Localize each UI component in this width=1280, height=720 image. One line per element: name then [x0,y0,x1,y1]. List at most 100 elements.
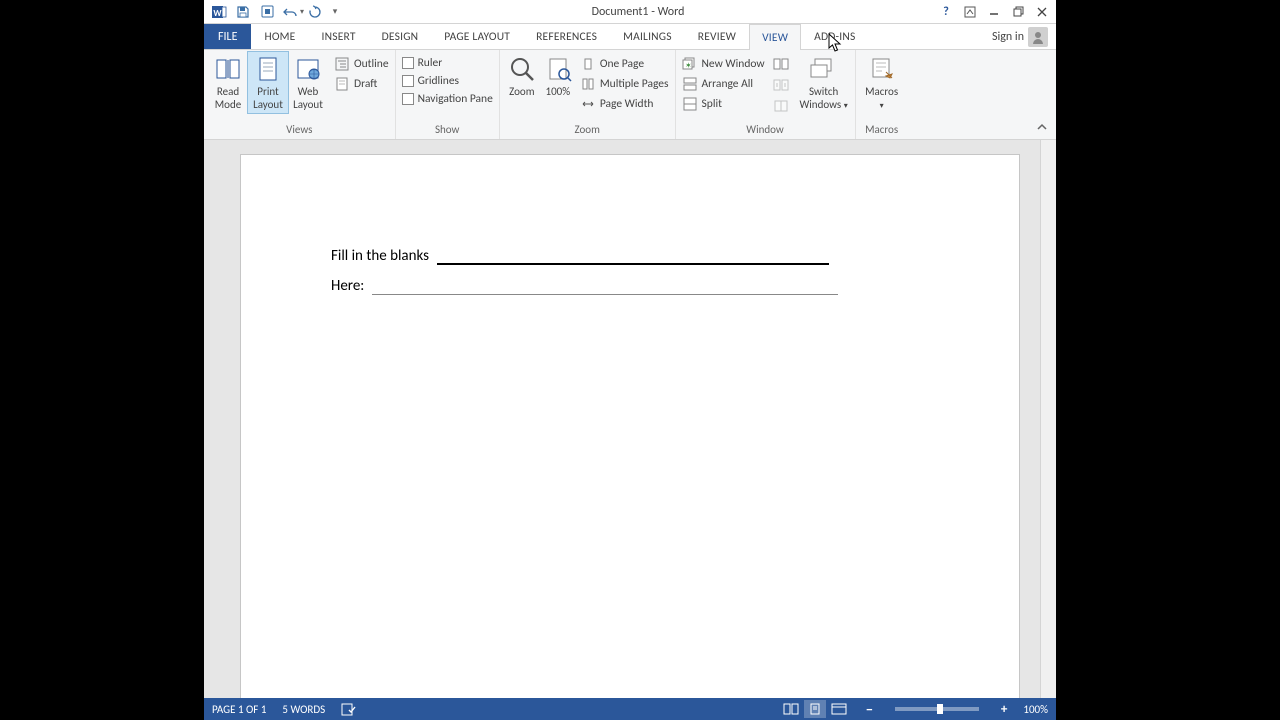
navigation-pane-checkbox[interactable]: Navigation Pane [400,90,495,108]
macros-icon [867,54,897,84]
split-button[interactable]: Split [680,94,767,114]
zoom-out-button[interactable]: − [866,701,873,718]
multiple-pages-button[interactable]: Multiple Pages [578,74,671,94]
arrange-all-icon [682,76,698,92]
tab-file[interactable]: FILE [204,24,251,49]
status-web-layout-icon[interactable] [828,700,850,718]
status-words[interactable]: 5 WORDS [282,703,325,716]
undo-icon[interactable] [280,1,302,23]
group-macros: Macros▾ Macros [856,50,908,139]
draft-label: Draft [354,77,377,91]
zoom-100-icon [543,54,573,84]
macros-label: Macros▾ [865,86,898,111]
ruler-label: Ruler [418,56,443,70]
status-print-layout-icon[interactable] [804,700,826,718]
sign-in-link[interactable]: Sign in [984,24,1056,49]
status-read-mode-icon[interactable] [780,700,802,718]
switch-windows-icon [809,54,839,84]
web-layout-label: Web Layout [290,86,326,111]
synchronous-scrolling-button[interactable] [771,75,791,95]
outline-button[interactable]: Outline [332,54,391,74]
new-window-label: New Window [702,57,765,71]
tab-page-layout[interactable]: PAGE LAYOUT [431,24,523,49]
one-page-button[interactable]: One Page [578,54,671,74]
group-show: Ruler Gridlines Navigation Pane Show [396,50,500,139]
read-mode-icon [213,54,243,84]
save-icon[interactable] [232,1,254,23]
group-window: ✶ New Window Arrange All Split Switch Win… [676,50,856,139]
new-window-icon: ✶ [682,56,698,72]
ribbon-view: Read Mode Print Layout Web Layout Outlin… [204,50,1056,140]
touch-mode-icon[interactable] [256,1,278,23]
word-window: W ▾ ▾ Document1 - Word ? [204,0,1056,720]
print-layout-button[interactable]: Print Layout [248,52,288,113]
group-show-label: Show [400,121,495,139]
repeat-icon[interactable] [304,1,326,23]
arrange-all-button[interactable]: Arrange All [680,74,767,94]
tab-home[interactable]: HOME [251,24,308,49]
word-app-icon[interactable]: W [208,1,230,23]
page-width-icon [580,96,596,112]
page-width-button[interactable]: Page Width [578,94,671,114]
zoom-percent[interactable]: 100% [1023,703,1048,716]
web-layout-button[interactable]: Web Layout [288,52,328,113]
reset-window-position-button[interactable] [771,96,791,116]
read-mode-label: Read Mode [210,86,246,111]
zoom-in-button[interactable]: + [1001,702,1007,717]
switch-windows-label: Switch Windows ▾ [799,86,849,111]
quick-access-toolbar: W ▾ ▾ [204,1,342,23]
zoom-slider[interactable] [895,707,979,711]
window-controls: ? [934,1,1056,23]
restore-icon[interactable] [1006,1,1030,23]
web-layout-icon [293,54,323,84]
ribbon-tabs: FILE HOME INSERT DESIGN PAGE LAYOUT REFE… [204,24,1056,50]
tab-design[interactable]: DESIGN [369,24,432,49]
blank-underline-thin[interactable] [372,294,838,295]
help-icon[interactable]: ? [934,1,958,23]
switch-windows-button[interactable]: Switch Windows ▾ [797,52,851,113]
outline-icon [334,56,350,72]
checkbox-icon [402,93,414,105]
one-page-icon [580,56,596,72]
macros-button[interactable]: Macros▾ [860,52,904,113]
close-icon[interactable] [1030,1,1054,23]
tab-review[interactable]: REVIEW [685,24,749,49]
doc-line-2: Here: [331,277,929,295]
collapse-ribbon-icon[interactable] [1034,119,1050,135]
zoom-icon [507,54,537,84]
status-view-buttons [780,700,850,718]
status-bar: PAGE 1 OF 1 5 WORDS − + 100% [204,698,1056,720]
vertical-scrollbar[interactable] [1040,140,1056,698]
tab-insert[interactable]: INSERT [308,24,368,49]
tab-add-ins[interactable]: ADD-INS [801,24,868,49]
tab-view[interactable]: VIEW [749,24,801,50]
draft-button[interactable]: Draft [332,74,391,94]
blank-underline-thick[interactable] [437,263,829,265]
user-avatar-icon [1028,27,1048,47]
zoom-label: Zoom [509,86,534,99]
page-width-label: Page Width [600,97,654,111]
document-area[interactable]: Fill in the blanks Here: [204,140,1056,698]
minimize-icon[interactable] [982,1,1006,23]
gridlines-checkbox[interactable]: Gridlines [400,72,495,90]
zoom-slider-thumb[interactable] [937,704,943,714]
doc-text-fill-in-the-blanks[interactable]: Fill in the blanks [331,247,429,265]
status-page[interactable]: PAGE 1 OF 1 [212,703,266,716]
ruler-checkbox[interactable]: Ruler [400,54,495,72]
read-mode-button[interactable]: Read Mode [208,52,248,113]
tab-mailings[interactable]: MAILINGS [610,24,685,49]
qat-customize-icon[interactable]: ▾ [328,1,342,23]
new-window-button[interactable]: ✶ New Window [680,54,767,74]
draft-icon [334,76,350,92]
outline-label: Outline [354,57,389,71]
navigation-pane-label: Navigation Pane [418,92,493,106]
svg-text:W: W [213,8,222,19]
doc-text-here[interactable]: Here: [331,277,364,295]
view-side-by-side-button[interactable] [771,54,791,74]
status-proofing-icon[interactable] [341,702,357,716]
ribbon-display-options-icon[interactable] [958,1,982,23]
zoom-100-button[interactable]: 100% [540,52,576,101]
page[interactable]: Fill in the blanks Here: [240,154,1020,698]
zoom-button[interactable]: Zoom [504,52,540,101]
tab-references[interactable]: REFERENCES [523,24,610,49]
